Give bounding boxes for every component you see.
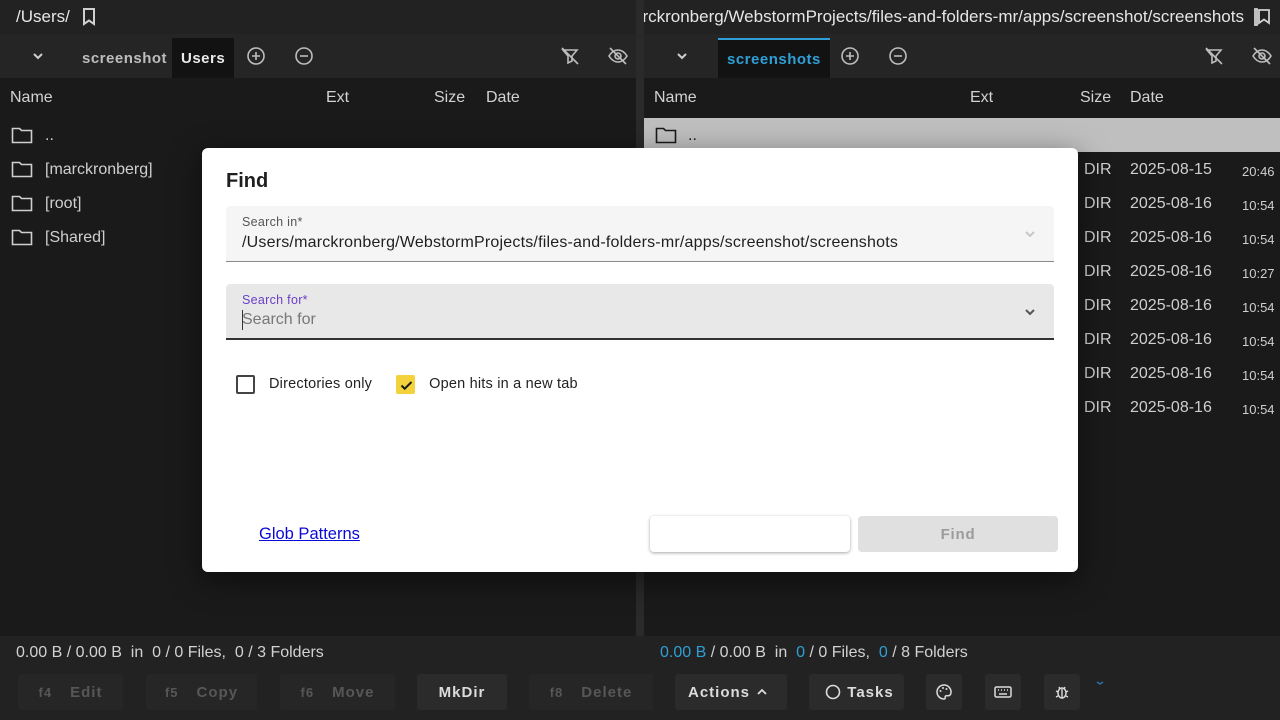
search-in-label: Search in*	[242, 215, 303, 229]
search-for-label: Search for*	[242, 293, 308, 307]
cancel-button[interactable]	[650, 516, 850, 552]
chevron-down-icon[interactable]	[1020, 302, 1040, 322]
dialog-title: Find	[226, 170, 269, 192]
directories-only-checkbox[interactable]	[236, 374, 255, 394]
text-caret	[242, 310, 243, 330]
open-new-tab-checkbox[interactable]	[396, 374, 416, 394]
chevron-down-icon[interactable]	[1020, 224, 1040, 244]
directories-only-label[interactable]: Directories only	[269, 376, 372, 392]
search-in-field[interactable]: Search in* /Users/marckronberg/WebstormP…	[226, 206, 1054, 262]
search-for-input[interactable]	[242, 309, 1002, 331]
find-dialog: Find Search in* /Users/marckronberg/Webs…	[202, 148, 1078, 572]
search-in-value[interactable]: /Users/marckronberg/WebstormProjects/fil…	[242, 234, 898, 252]
options-row: Directories only Open hits in a new tab	[236, 373, 602, 395]
glob-patterns-link[interactable]: Glob Patterns	[259, 525, 360, 544]
find-button[interactable]: Find	[858, 516, 1058, 552]
open-new-tab-label[interactable]: Open hits in a new tab	[429, 376, 578, 392]
search-for-field[interactable]: Search for*	[226, 284, 1054, 340]
